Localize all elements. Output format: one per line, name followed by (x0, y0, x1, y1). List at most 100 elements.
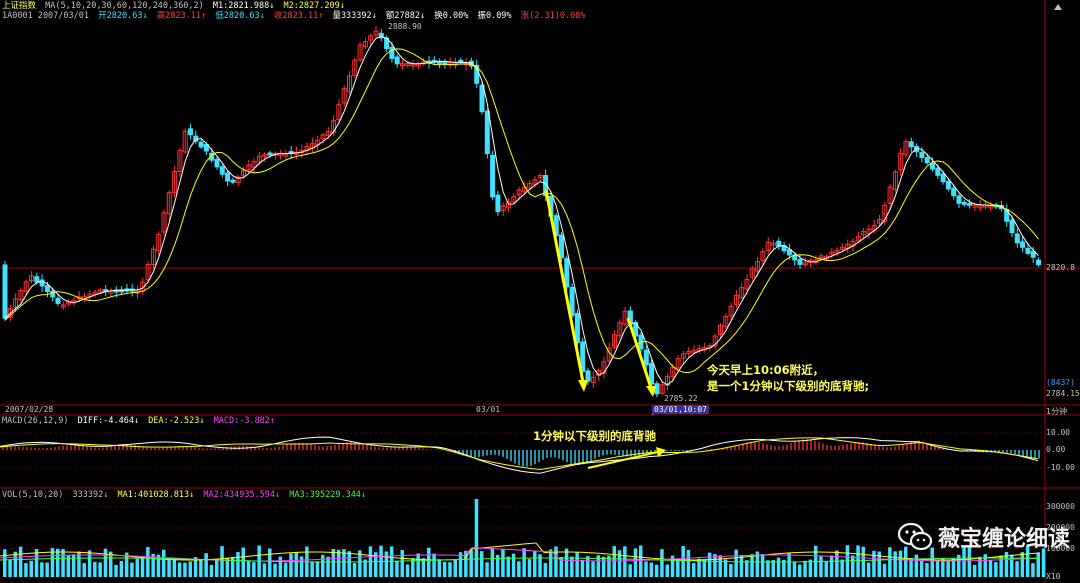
volume-bar (352, 563, 357, 577)
index-name: 上证指数 (2, 1, 37, 11)
volume-bar (564, 548, 569, 577)
volume-bar (241, 547, 245, 577)
volume-bar (45, 562, 49, 577)
volume-bar (872, 550, 876, 577)
volume-bar (204, 553, 208, 577)
volume-bar (866, 562, 871, 577)
amount-value: 额27882↓ (385, 11, 426, 21)
volume-bar (745, 560, 749, 577)
volume-bar (331, 548, 336, 577)
volume-bar (310, 561, 314, 577)
high-value: 高2823.11↑ (156, 11, 207, 21)
volume-bar (935, 560, 940, 577)
candle-body (267, 152, 273, 156)
volume-bar (262, 563, 267, 577)
volume-bar (644, 561, 648, 577)
drop-arrow-1-head (578, 380, 588, 392)
amplitude-value: 振0.09% (477, 11, 512, 21)
volume-bar (384, 551, 389, 577)
candle-body (559, 234, 564, 259)
candle-body (1025, 247, 1031, 254)
macd-value: MACD:-3.882↑ (213, 416, 276, 426)
volume-bar (702, 559, 707, 577)
candle-body (479, 84, 485, 113)
volume-bar (580, 559, 585, 577)
candle-body (230, 179, 236, 183)
vol-scale-1: 300000 (1046, 502, 1075, 511)
volume-bar (729, 564, 733, 577)
volume-bar (146, 546, 150, 577)
candle-body (967, 202, 973, 206)
m2-value: M2:2827.209↓ (283, 1, 345, 11)
volume-bar (299, 556, 304, 577)
volume-bar (660, 549, 664, 577)
volume-bar (1020, 552, 1025, 577)
volume-bar (474, 499, 479, 577)
candle-body (34, 276, 40, 283)
volume-bar (554, 546, 558, 577)
volume-bar (140, 556, 145, 577)
candle-body (919, 152, 925, 159)
volume-bar (453, 559, 457, 577)
period-label[interactable]: 1分钟 (1046, 406, 1080, 417)
candle-body (188, 128, 193, 136)
annotation-line2: 是一个1分钟以下级别的底背驰; (707, 379, 870, 393)
candle-body (389, 46, 395, 59)
candle-body (564, 257, 570, 288)
volume-bar (861, 546, 866, 577)
candle-body (39, 279, 45, 287)
volume-bar (734, 549, 738, 577)
candle-body (394, 56, 400, 65)
volume-bar (978, 556, 982, 577)
volume-bar (819, 556, 823, 577)
candle-body (198, 141, 204, 148)
volume-bar (114, 564, 118, 577)
vol-label: VOL(5,10,20) (2, 490, 64, 500)
candle-body (940, 173, 946, 183)
volume-bar (633, 548, 638, 577)
macd-diff: DIFF:-4.464↓ (77, 416, 140, 426)
candle-body (797, 259, 803, 265)
candle-body (908, 141, 914, 148)
volume-bar (278, 556, 283, 577)
volume-bar (199, 559, 203, 577)
candle-body (1020, 241, 1026, 248)
volume-bar (246, 560, 251, 577)
current-price-label: 2820.8 (1046, 263, 1075, 272)
volume-bar (215, 560, 219, 577)
candle-body (225, 172, 231, 182)
macd-scale-mid: 0.00 (1046, 445, 1066, 454)
volume-bar (840, 559, 844, 577)
volume-bar (893, 551, 897, 577)
volume-bar (739, 555, 744, 577)
candle-body (1036, 259, 1041, 266)
volume-bar (527, 559, 532, 577)
candle-body (956, 195, 962, 204)
volume-bar (639, 545, 643, 577)
volume-bar (517, 561, 521, 577)
watermark-text: 薇宝缠论细读 (937, 527, 1070, 552)
volume-bar (628, 564, 632, 577)
volume-bar (395, 561, 399, 577)
volume-bar (442, 561, 447, 577)
volume-bar (24, 563, 28, 577)
volume-bar (82, 563, 86, 577)
volume-bar (252, 562, 256, 577)
candle-body (945, 180, 951, 190)
volume-bar (56, 548, 60, 577)
vol-header: VOL(5,10,20) 333392↓ MA1:401028.813↓ MA2… (2, 490, 370, 500)
volume-bar (13, 551, 18, 577)
volume-bar (119, 560, 124, 577)
volume-bar (898, 550, 903, 577)
volume-bar (209, 564, 214, 577)
volume-bar (135, 558, 139, 577)
volume-bar (427, 547, 431, 577)
candle-body (44, 285, 50, 292)
volume-bar (522, 548, 526, 577)
ma-line-white (4, 36, 1039, 386)
vol-ma1: MA1:401028.813↓ (117, 490, 195, 500)
volume-bar (766, 560, 770, 577)
volume-bar (236, 551, 240, 577)
volume-bar (654, 564, 659, 577)
volume-bar (548, 549, 553, 577)
